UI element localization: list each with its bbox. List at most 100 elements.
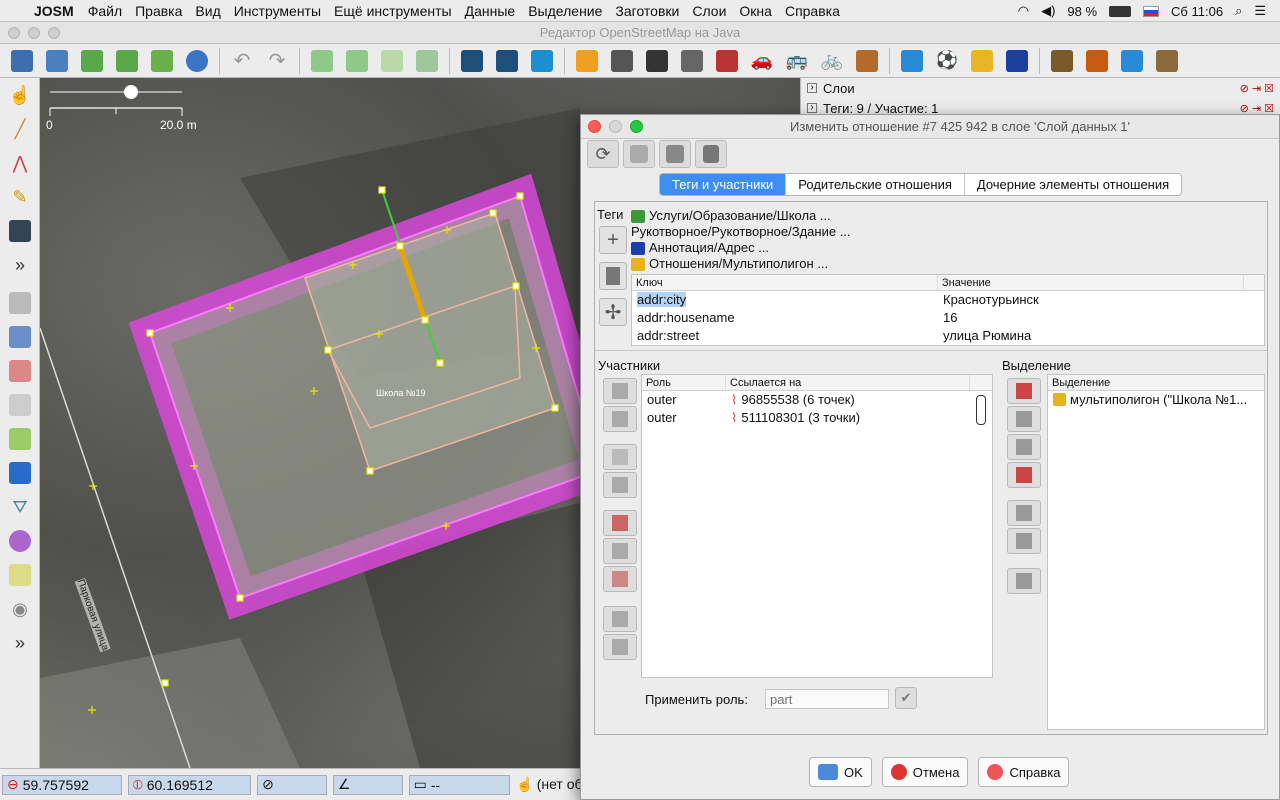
- select-members-button[interactable]: [603, 606, 637, 632]
- menu-layers[interactable]: Слои: [692, 3, 726, 19]
- menu-windows[interactable]: Окна: [739, 3, 772, 19]
- preset-wall-button[interactable]: [711, 46, 743, 76]
- member-role-cell[interactable]: outer: [642, 391, 726, 409]
- pencil-tool-button[interactable]: ✎: [0, 180, 40, 214]
- menu-data[interactable]: Данные: [465, 3, 516, 19]
- add-selected-bottom-button[interactable]: [1007, 462, 1041, 488]
- menu-presets[interactable]: Заготовки: [615, 3, 679, 19]
- remove-selected-button[interactable]: [1007, 500, 1041, 526]
- select-tool-button[interactable]: ☝: [0, 78, 40, 112]
- volume-icon[interactable]: ◀): [1041, 3, 1055, 19]
- preset-address[interactable]: Аннотация/Адрес ...: [631, 240, 851, 256]
- notes-toggle-button[interactable]: [0, 456, 40, 490]
- table-row[interactable]: outer ⌇ 96855538 (6 точек): [642, 391, 992, 409]
- download-button[interactable]: [76, 46, 108, 76]
- tag-key-cell[interactable]: addr:housename: [632, 309, 938, 327]
- table-row[interactable]: addr:housename 16: [632, 309, 1264, 327]
- paste-tags-button[interactable]: ✢: [599, 298, 627, 326]
- preset-bus-button[interactable]: 🚌: [781, 46, 813, 76]
- upload-button[interactable]: [146, 46, 178, 76]
- zoom-members-button[interactable]: [603, 634, 637, 660]
- zoom-icon[interactable]: [48, 27, 60, 39]
- menu-tools[interactable]: Инструменты: [234, 3, 321, 19]
- preset-road-1-button[interactable]: [571, 46, 603, 76]
- preset-road-2-button[interactable]: [606, 46, 638, 76]
- table-row[interactable]: addr:city Краснотурьинск: [632, 291, 1264, 309]
- tab-tags-members[interactable]: Теги и участники: [660, 174, 787, 195]
- tag-value-cell[interactable]: Краснотурьинск: [938, 291, 1244, 309]
- preset-car-button[interactable]: 🚗: [746, 46, 778, 76]
- layers-panel-header[interactable]: › Слои ⊘ ⇥ ☒: [801, 78, 1280, 98]
- notification-center-icon[interactable]: ☰: [1254, 3, 1266, 19]
- map-paint-toggle-button[interactable]: [0, 524, 40, 558]
- preset-water-button[interactable]: [1116, 46, 1148, 76]
- tag-value-cell[interactable]: улица Рюмина: [938, 327, 1244, 345]
- apply-role-button[interactable]: ✔: [895, 687, 917, 709]
- preset-road-3-button[interactable]: [641, 46, 673, 76]
- delete-relation-button[interactable]: [695, 140, 727, 168]
- ok-button[interactable]: OK: [809, 757, 872, 787]
- tab-child-elements[interactable]: Дочерние элементы отношения: [965, 174, 1181, 195]
- member-ref-cell[interactable]: 96855538 (6 точек): [741, 391, 854, 409]
- dialog-minimize-icon[interactable]: [609, 120, 622, 133]
- dialog-zoom-icon[interactable]: [630, 120, 643, 133]
- preset-industrial-button[interactable]: [1046, 46, 1078, 76]
- preset-castle-button[interactable]: [1151, 46, 1183, 76]
- preset-building[interactable]: Рукотворное/Рукотворное/Здание ...: [631, 224, 851, 240]
- table-row[interactable]: мультиполигон ("Школа №1...: [1048, 391, 1264, 409]
- member-role-cell[interactable]: outer: [642, 409, 726, 427]
- preset-info-button[interactable]: [1001, 46, 1033, 76]
- input-source-flag-icon[interactable]: [1143, 5, 1160, 17]
- preset-peak-button[interactable]: [1081, 46, 1113, 76]
- tag-key-cell[interactable]: addr:street: [632, 327, 938, 345]
- preset-path-button[interactable]: [676, 46, 708, 76]
- delete-member-button[interactable]: [603, 472, 637, 498]
- help-button[interactable]: Справка: [978, 757, 1070, 787]
- member-add-after-button[interactable]: [603, 406, 637, 432]
- more-panels-button[interactable]: »: [0, 626, 40, 660]
- relations-toggle-button[interactable]: [0, 354, 40, 388]
- tags-toggle-button[interactable]: [0, 320, 40, 354]
- table-row[interactable]: outer ⌇ 511108301 (3 точки): [642, 409, 992, 427]
- menu-edit[interactable]: Правка: [135, 3, 182, 19]
- layers-toggle-button[interactable]: [0, 286, 40, 320]
- tag-key-cell[interactable]: addr:city: [637, 292, 687, 307]
- move-up-member-button[interactable]: [603, 378, 637, 404]
- add-selected-after-button[interactable]: [1007, 434, 1041, 460]
- add-selected-before-button[interactable]: [1007, 406, 1041, 432]
- redo-button[interactable]: ↷: [261, 46, 293, 76]
- minimize-icon[interactable]: [28, 27, 40, 39]
- zoom-to-selection-button[interactable]: [341, 46, 373, 76]
- add-tag-button[interactable]: +: [599, 226, 627, 254]
- preset-railway-button[interactable]: [851, 46, 883, 76]
- cancel-button[interactable]: Отмена: [881, 757, 969, 787]
- sort-members-button[interactable]: [603, 566, 637, 592]
- more-tools-button[interactable]: »: [0, 248, 40, 282]
- table-row[interactable]: addr:street улица Рюмина: [632, 327, 1264, 345]
- globe-button[interactable]: [181, 46, 213, 76]
- imagery-button[interactable]: [456, 46, 488, 76]
- bing-button[interactable]: [526, 46, 558, 76]
- todo-toggle-button[interactable]: [0, 558, 40, 592]
- zoom-to-data-button[interactable]: [306, 46, 338, 76]
- wiki-toggle-button[interactable]: ◉: [0, 592, 40, 626]
- select-in-members-button[interactable]: [1007, 528, 1041, 554]
- battery-icon[interactable]: [1109, 5, 1132, 17]
- role-input[interactable]: [765, 689, 889, 709]
- menu-view[interactable]: Вид: [195, 3, 220, 19]
- menu-more-tools[interactable]: Ещё инструменты: [334, 3, 452, 19]
- add-selected-top-button[interactable]: [1007, 378, 1041, 404]
- preset-school[interactable]: Услуги/Образование/Школа ...: [631, 208, 851, 224]
- open-file-button[interactable]: [6, 46, 38, 76]
- spotlight-search-icon[interactable]: ⌕: [1235, 3, 1242, 19]
- download-in-view-button[interactable]: [111, 46, 143, 76]
- tag-value-cell[interactable]: 16: [938, 309, 1244, 327]
- move-bottom-button[interactable]: [603, 538, 637, 564]
- zoom-to-layer-button[interactable]: [376, 46, 408, 76]
- draw-tool-button[interactable]: ╱: [0, 112, 40, 146]
- preset-multipolygon[interactable]: Отношения/Мультиполигон ...: [631, 256, 851, 272]
- delete-tag-button[interactable]: [599, 262, 627, 290]
- validator-toggle-button[interactable]: [0, 422, 40, 456]
- download-members-button[interactable]: [623, 140, 655, 168]
- menu-selection[interactable]: Выделение: [528, 3, 602, 19]
